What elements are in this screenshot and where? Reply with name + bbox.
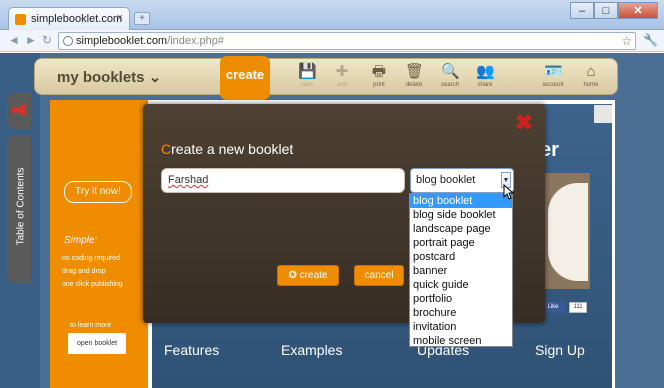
bookmark-star-icon[interactable]: ☆ xyxy=(621,33,632,49)
decorative-swirl xyxy=(548,183,588,281)
create-button[interactable]: create xyxy=(220,56,270,100)
address-bar[interactable]: simplebooklet.com/index.php# ☆ xyxy=(58,32,636,50)
dropdown-option[interactable]: portrait page xyxy=(410,236,512,250)
close-icon[interactable]: ✖ xyxy=(513,112,535,134)
dropdown-option[interactable]: mobile screen xyxy=(410,334,512,348)
promo-panel: Try it now! Simple: no coding required d… xyxy=(50,100,148,388)
tab-close-icon[interactable]: × xyxy=(117,12,123,24)
toolbar-label: share xyxy=(477,82,493,88)
forward-button[interactable]: ► xyxy=(25,33,37,47)
nav-signup-link[interactable]: Sign Up xyxy=(535,342,585,358)
maximize-button[interactable]: □ xyxy=(594,2,618,19)
announcements-tab[interactable] xyxy=(7,93,31,129)
learn-more-text: to learn more xyxy=(70,322,112,329)
url-host: simplebooklet.com xyxy=(76,35,168,47)
dropdown-option[interactable]: blog booklet xyxy=(410,194,512,208)
id-card-icon: 🪪 xyxy=(544,63,563,80)
toolbar-label: delete xyxy=(405,82,423,88)
back-button[interactable]: ◄ xyxy=(8,33,20,47)
favicon-icon xyxy=(15,13,26,25)
toolbar-home-button[interactable]: ⌂ home xyxy=(573,63,609,88)
try-it-now-button[interactable]: Try it now! xyxy=(64,181,132,203)
toolbar-print-button[interactable]: 🖶 print xyxy=(361,63,397,88)
reload-button[interactable]: ↻ xyxy=(42,33,52,47)
simple-heading: Simple: xyxy=(64,235,98,246)
title-rest: reate a new booklet xyxy=(171,141,294,157)
my-booklets-menu[interactable]: my booklets ⌄ xyxy=(57,68,161,86)
house-icon: ⌂ xyxy=(586,63,596,80)
magnifier-icon: 🔍 xyxy=(441,63,460,80)
feature-item: one click publishing xyxy=(62,281,123,288)
minimize-button[interactable]: – xyxy=(570,2,594,19)
new-tab-button[interactable]: + xyxy=(134,12,150,25)
toolbar-delete-button[interactable]: 🗑 delete xyxy=(396,63,432,88)
url-path: /index.php# xyxy=(167,35,224,47)
toc-label: Table of Contents xyxy=(15,167,27,246)
title-first-letter: C xyxy=(161,141,172,157)
feature-item: drag and drop xyxy=(62,268,106,275)
trash-icon: 🗑 xyxy=(405,63,425,80)
toolbar-label: account xyxy=(542,82,564,88)
toolbar-label: add xyxy=(336,82,347,88)
globe-icon xyxy=(63,36,73,46)
booklet-name-value: Farshad xyxy=(168,174,209,186)
browser-tab[interactable]: simplebooklet.com × xyxy=(8,7,130,30)
window-controls: – □ ✕ xyxy=(570,2,658,19)
select-value: blog booklet xyxy=(416,174,476,186)
dialog-cancel-button[interactable]: cancel xyxy=(354,265,404,286)
wrench-icon[interactable]: 🔧 xyxy=(643,33,658,47)
booklet-name-input[interactable]: Farshad xyxy=(161,168,405,193)
dropdown-option[interactable]: quick guide xyxy=(410,278,512,292)
dropdown-option[interactable]: blog side booklet xyxy=(410,208,512,222)
toolbar-label: save xyxy=(300,82,314,88)
open-booklet-button[interactable]: open booklet xyxy=(68,333,126,354)
toolbar-account-button[interactable]: 🪪 account xyxy=(535,63,571,88)
toolbar-label: search xyxy=(440,82,459,88)
booklet-type-options: blog booklet blog side booklet landscape p… xyxy=(409,193,513,347)
table-of-contents-tab[interactable]: Table of Contents xyxy=(7,135,31,283)
app-header: my booklets ⌄ create 💾 save ✚ add 🖶 print 🗑 del… xyxy=(34,56,618,100)
mouse-cursor-icon xyxy=(503,184,514,200)
dialog-create-button[interactable]: ✪ create xyxy=(277,265,339,286)
floppy-icon: 💾 xyxy=(298,63,317,80)
window-close-button[interactable]: ✕ xyxy=(618,2,658,19)
toolbar-share-button[interactable]: 👥 share xyxy=(467,63,503,88)
dropdown-option[interactable]: invitation xyxy=(410,320,512,334)
toolbar-search-button[interactable]: 🔍 search xyxy=(432,63,468,88)
browser-titlebar: simplebooklet.com × + – □ ✕ xyxy=(0,0,664,30)
feature-item: no coding required xyxy=(62,255,120,262)
browser-toolbar: ◄ ► ↻ simplebooklet.com/index.php# ☆ xyxy=(0,30,664,52)
printer-icon: 🖶 xyxy=(371,63,387,80)
toolbar-label: home xyxy=(583,82,599,88)
create-label: create xyxy=(299,270,328,281)
people-icon: 👥 xyxy=(476,63,495,80)
dialog-title: Create a new booklet xyxy=(161,141,293,157)
like-count: 111 xyxy=(569,302,587,313)
megaphone-icon xyxy=(12,103,26,117)
plus-icon: ✚ xyxy=(335,63,349,80)
toolbar-label: print xyxy=(373,82,385,88)
dropdown-option[interactable]: brochure xyxy=(410,306,512,320)
toolbar-save-button[interactable]: 💾 save xyxy=(289,63,325,88)
page-fold-icon[interactable] xyxy=(594,105,612,123)
dropdown-option[interactable]: landscape page xyxy=(410,222,512,236)
dropdown-option[interactable]: banner xyxy=(410,264,512,278)
booklet-type-select[interactable]: blog booklet ▼ xyxy=(410,168,514,193)
dropdown-option[interactable]: portfolio xyxy=(410,292,512,306)
toolbar-add-button[interactable]: ✚ add xyxy=(324,63,360,88)
nav-examples-link[interactable]: Examples xyxy=(281,342,342,358)
tab-title: simplebooklet.com xyxy=(31,13,123,25)
nav-features-link[interactable]: Features xyxy=(164,342,219,358)
dropdown-option[interactable]: postcard xyxy=(410,250,512,264)
